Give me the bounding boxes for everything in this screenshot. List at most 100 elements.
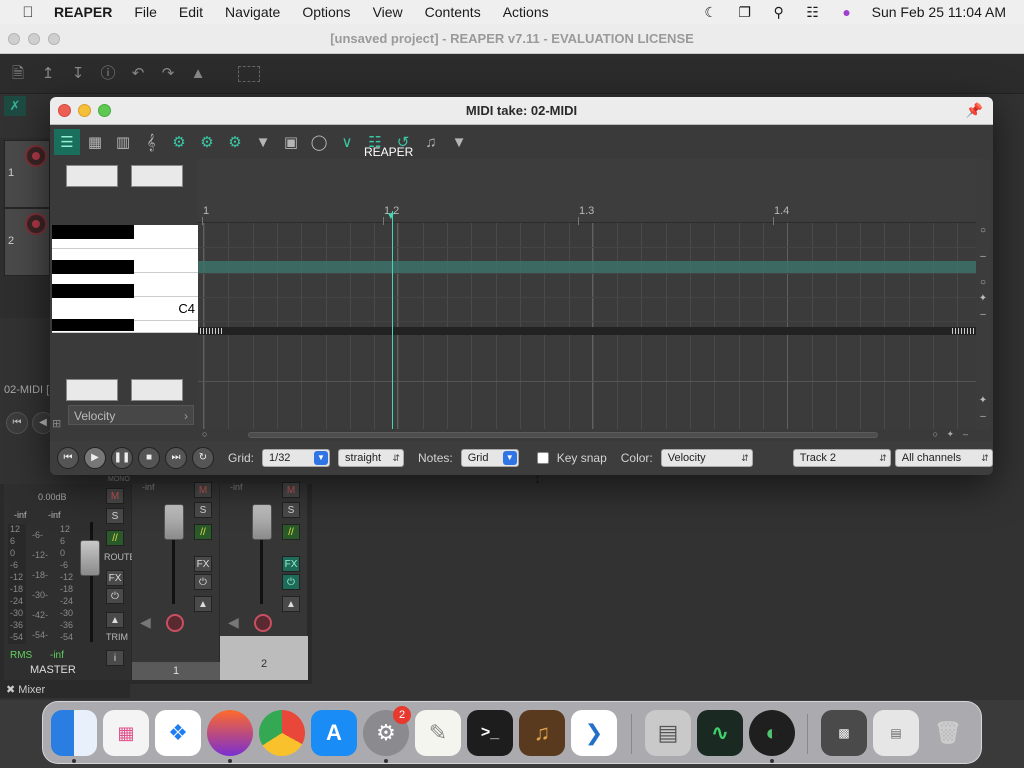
menu-contents[interactable]: Contents (425, 4, 481, 20)
open-icon[interactable]: ↥ (38, 64, 58, 84)
repeat-icon[interactable]: ↻ (192, 447, 214, 469)
scroll-left-icon[interactable]: ○ (202, 429, 207, 439)
speaker-icon[interactable]: ◀ (228, 614, 239, 631)
master-solo-button[interactable]: S (106, 508, 124, 524)
new-file-icon[interactable]: 🗎 (8, 64, 28, 84)
zoom-in-icon[interactable]: ✦ (977, 293, 989, 305)
save-icon[interactable]: ↧ (68, 64, 88, 84)
strip-mute-button[interactable]: M (282, 482, 300, 498)
track-row-2[interactable]: 2 (4, 208, 50, 276)
strip-env-icon[interactable]: ▲ (282, 596, 300, 612)
disk-utility-icon[interactable]: ▤ (645, 710, 691, 756)
zoom-in-icon[interactable]: ✦ (977, 395, 989, 407)
menu-actions[interactable]: Actions (503, 4, 549, 20)
grid-select[interactable]: 1/32 ▼ (262, 449, 331, 467)
stop-icon[interactable]: ■ (138, 447, 160, 469)
record-arm-icon[interactable] (25, 213, 47, 235)
midi-input-icon[interactable]: ▼ (446, 129, 472, 155)
apple-menu-icon[interactable]:  (18, 4, 38, 21)
menu-options[interactable]: Options (302, 4, 350, 20)
menu-navigate[interactable]: Navigate (225, 4, 280, 20)
moon-icon[interactable]: ☾ (702, 4, 720, 21)
search-icon[interactable]: ⚲ (770, 4, 788, 21)
strip-route-icon[interactable]: // (282, 524, 300, 540)
edit-cursor-head[interactable]: ▼ (386, 211, 396, 222)
draw-note-icon[interactable]: ⚙ (194, 129, 220, 155)
vscode-icon[interactable]: ❯ (571, 710, 617, 756)
add-lane-icon[interactable]: ⊞ (52, 417, 61, 430)
go-start-icon[interactable]: ⏮ (57, 447, 79, 469)
filter-icon[interactable]: ▼ (250, 129, 276, 155)
notation-view-icon[interactable]: 𝄞 (138, 129, 164, 155)
menu-view[interactable]: View (373, 4, 403, 20)
master-route-icon[interactable]: // (106, 530, 124, 546)
strip-fx-button[interactable]: FX (282, 556, 300, 572)
black-key[interactable] (52, 225, 134, 239)
vertical-scrollbar[interactable]: ○ – ○ ✦ – ✦ – (976, 159, 990, 429)
strip-solo-button[interactable]: S (282, 502, 300, 518)
track-select[interactable]: Track 2 ⇵ (792, 449, 891, 467)
black-key[interactable] (52, 284, 134, 298)
zoom-out-icon[interactable]: – (977, 309, 989, 321)
pause-icon[interactable]: ❚❚ (111, 447, 133, 469)
metronome-icon[interactable]: ▲ (188, 64, 208, 84)
master-mute-button[interactable]: M (106, 488, 124, 504)
splitter-grip[interactable] (952, 328, 974, 334)
zoom-circle-icon[interactable]: ○ (977, 225, 989, 237)
menu-app-name[interactable]: REAPER (54, 4, 112, 20)
strip-solo-button[interactable]: S (194, 502, 212, 518)
control-center-icon[interactable]: ☷ (804, 4, 822, 21)
horizontal-scrollbar[interactable]: ○ ○ ✦ – (198, 429, 976, 441)
horizontal-scroll-thumb[interactable] (248, 432, 878, 438)
envelope-tool-icon[interactable]: ✗ (4, 96, 26, 116)
zoom-in-icon[interactable]: ✦ (946, 429, 954, 440)
master-fader[interactable] (80, 540, 100, 576)
channel-select[interactable]: All channels ⇵ (894, 449, 993, 467)
record-arm-icon[interactable] (25, 145, 47, 167)
chrome-icon[interactable] (259, 710, 305, 756)
garageband-icon[interactable]: ♫ (519, 710, 565, 756)
downloads-stack-icon[interactable]: ▤ (873, 710, 919, 756)
cc-lane-selector[interactable]: Velocity › (68, 405, 194, 425)
cc-lane-splitter[interactable] (198, 327, 976, 335)
pin-icon[interactable]: 📌 (966, 102, 983, 119)
strip-fx-button[interactable]: FX (194, 556, 212, 572)
strip-fx-bypass-icon[interactable]: ⏻ (194, 574, 212, 590)
record-arm-icon[interactable] (166, 614, 184, 632)
menubar-clock[interactable]: Sun Feb 25 11:04 AM (872, 4, 1006, 20)
cc-lane-box-left[interactable] (66, 379, 118, 401)
reaper-icon[interactable]: ◐ (749, 710, 795, 756)
app-store-icon[interactable]: A (311, 710, 357, 756)
firefox-icon[interactable] (207, 710, 253, 756)
finder-icon[interactable] (51, 710, 97, 756)
zoom-out-icon[interactable]: – (977, 411, 989, 423)
launchpad-icon[interactable]: ▦ (103, 710, 149, 756)
insert-note-icon[interactable]: ⚙ (166, 129, 192, 155)
minimized-window-icon[interactable]: ▩ (821, 710, 867, 756)
redo-icon[interactable]: ↷ (158, 64, 178, 84)
quantize-icon[interactable]: ◯ (306, 129, 332, 155)
black-key[interactable] (52, 319, 134, 331)
undo-icon[interactable]: ↶ (128, 64, 148, 84)
record-arm-icon[interactable] (254, 614, 272, 632)
info-icon[interactable]: ⓘ (98, 64, 118, 84)
snap-icon[interactable]: ∨ (334, 129, 360, 155)
white-key-c4[interactable]: C4 (52, 297, 198, 321)
keyboard-names-box[interactable] (131, 165, 183, 187)
piano-roll-area[interactable]: 1 1.2 1.3 1.4 ▼ (198, 159, 976, 429)
trash-icon[interactable]: 🗑 (925, 710, 971, 756)
step-input-icon[interactable]: ♫ (418, 129, 444, 155)
select-note-icon[interactable]: ⚙ (222, 129, 248, 155)
toolbar-empty-slot[interactable] (238, 65, 260, 82)
mixer-tab[interactable]: ✖ Mixer (0, 682, 130, 698)
strip-fx-bypass-icon[interactable]: ⏻ (282, 574, 300, 590)
notes-select[interactable]: Grid ▼ (460, 449, 519, 467)
splitter-grip[interactable] (200, 328, 222, 334)
master-env-icon[interactable]: ▲ (106, 612, 124, 628)
cc-lane-icon[interactable]: ▣ (278, 129, 304, 155)
strip-fader[interactable] (252, 504, 272, 540)
strip-route-icon[interactable]: // (194, 524, 212, 540)
safari-icon[interactable]: ❖ (155, 710, 201, 756)
timeline-ruler[interactable]: 1 1.2 1.3 1.4 (198, 159, 976, 225)
speaker-icon[interactable]: ◀ (140, 614, 151, 631)
